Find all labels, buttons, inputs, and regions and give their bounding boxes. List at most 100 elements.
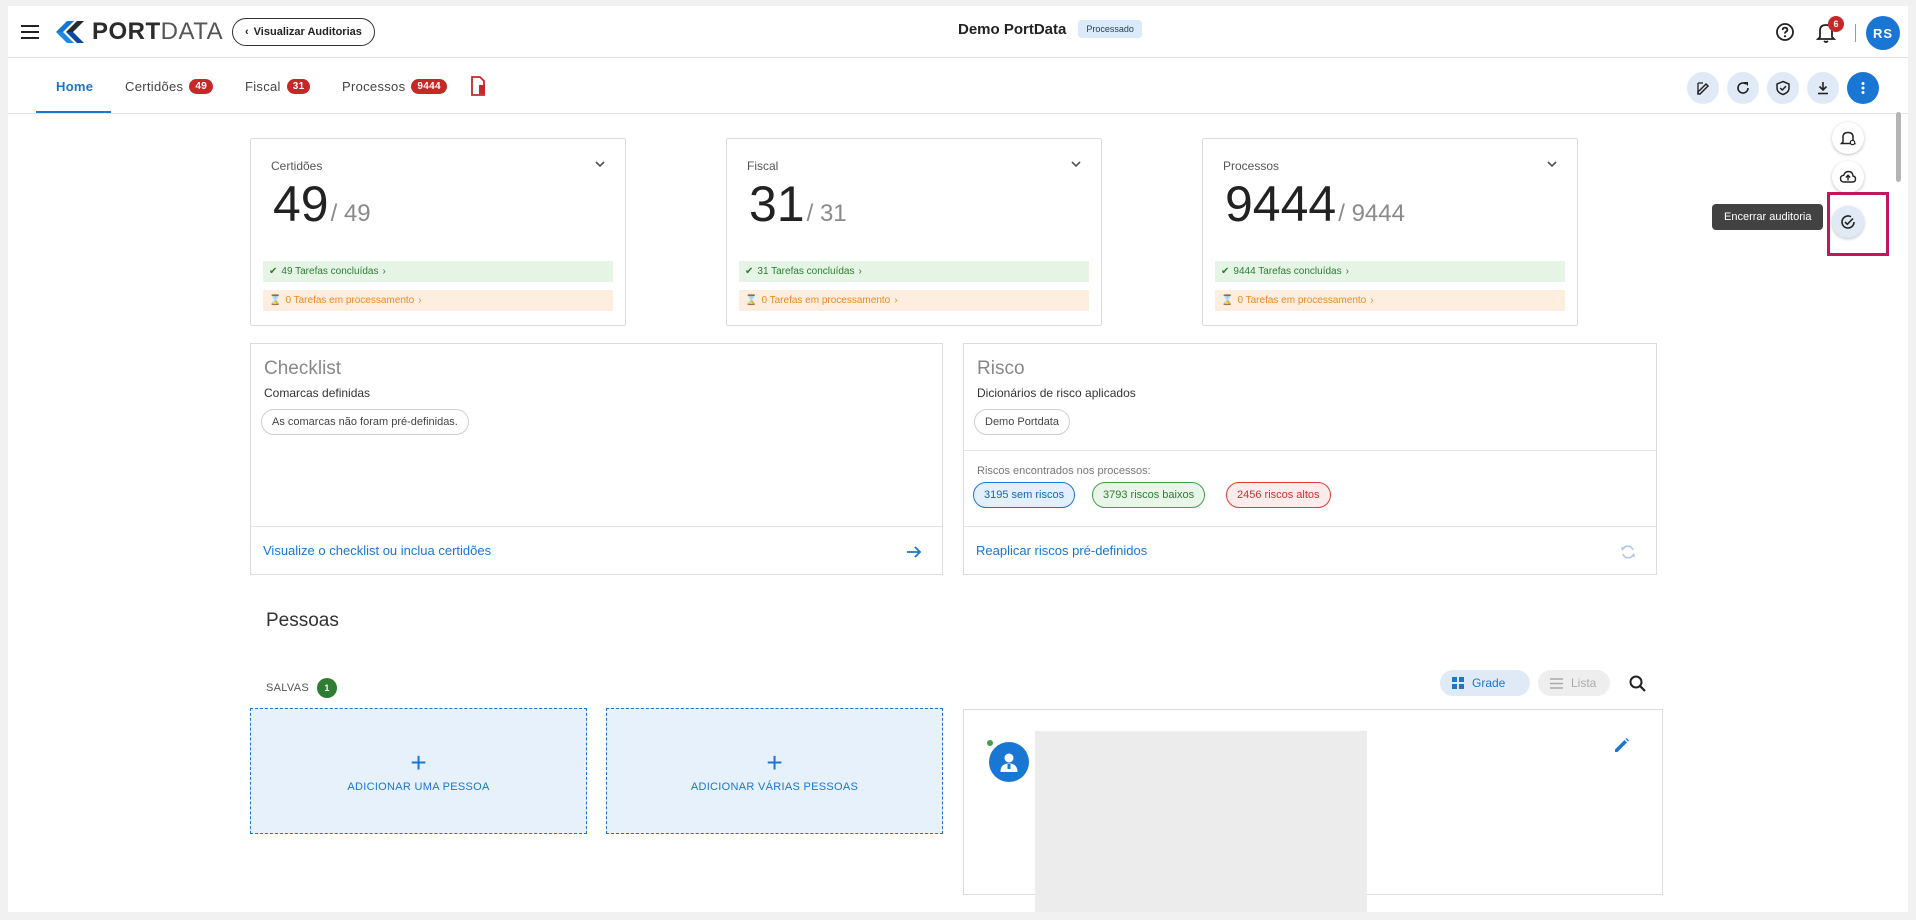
portdata-logo[interactable]: PORTDATA xyxy=(54,18,223,46)
add-multiple-people-button[interactable]: + ADICIONAR VÁRIAS PESSOAS xyxy=(606,708,943,834)
app-window: PORTDATA ‹ Visualizar Auditorias Demo Po… xyxy=(8,6,1908,912)
back-to-audits-label: Visualizar Auditorias xyxy=(253,26,362,38)
tab-processos[interactable]: Processos 9444 xyxy=(342,58,447,114)
double-check-icon: ✔ xyxy=(269,266,278,277)
low-risk-chip[interactable]: 3793 riscos baixos xyxy=(1092,482,1206,508)
risco-card: Risco Dicionários de risco aplicados Dem… xyxy=(963,343,1657,575)
online-status-dot xyxy=(986,739,994,747)
chevron-down-icon[interactable] xyxy=(1545,157,1559,171)
user-avatar[interactable]: RS xyxy=(1866,16,1900,50)
plus-icon: + xyxy=(766,747,783,778)
person-card[interactable] xyxy=(963,709,1663,912)
tab-certidoes[interactable]: Certidões 49 xyxy=(125,58,214,114)
document-alert-icon[interactable] xyxy=(470,76,486,96)
list-icon xyxy=(1550,677,1563,689)
scrollbar[interactable] xyxy=(1896,112,1901,182)
edit-audit-button[interactable] xyxy=(1687,72,1719,104)
upload-button[interactable] xyxy=(1832,161,1864,193)
tasks-processing-row[interactable]: ⌛ 0 Tarefas em processamento › xyxy=(1215,290,1565,311)
tab-home-label: Home xyxy=(56,78,94,94)
checklist-link-label: Visualize o checklist ou inclua certidõe… xyxy=(263,543,492,558)
tasks-done-row[interactable]: ✔ 49 Tarefas concluídas › xyxy=(263,261,613,282)
checklist-subtitle: Comarcas definidas xyxy=(264,386,371,400)
tab-fiscal[interactable]: Fiscal 31 xyxy=(245,58,311,114)
card-value: 9444 xyxy=(1225,176,1337,232)
hourglass-icon: ⌛ xyxy=(1221,295,1234,306)
tab-processos-label: Processos xyxy=(342,78,406,94)
card-total: / 49 xyxy=(330,200,371,227)
more-options-button[interactable] xyxy=(1847,72,1879,104)
pencil-icon[interactable] xyxy=(1613,736,1631,754)
tasks-done-label: 49 Tarefas concluídas xyxy=(281,266,379,277)
tab-bar: Home Certidões 49 Fiscal 31 Processos 94… xyxy=(8,58,1908,114)
checklist-card: Checklist Comarcas definidas As comarcas… xyxy=(250,343,943,575)
risk-dictionary-chip: Demo Portdata xyxy=(974,409,1070,435)
risco-subtitle: Dicionários de risco aplicados xyxy=(977,386,1136,400)
grid-view-label: Grade xyxy=(1472,676,1506,690)
chevron-down-icon[interactable] xyxy=(593,157,607,171)
processos-summary-card: Processos 9444 / 9444 ✔ 9444 Tarefas con… xyxy=(1202,138,1578,326)
checklist-title: Checklist xyxy=(264,358,342,379)
add-multiple-people-label: ADICIONAR VÁRIAS PESSOAS xyxy=(690,781,859,793)
search-icon[interactable] xyxy=(1628,674,1648,694)
chevron-right-icon: › xyxy=(1345,266,1349,277)
tab-certidoes-label: Certidões xyxy=(125,78,184,94)
fiscal-summary-card: Fiscal 31 / 31 ✔ 31 Tarefas concluídas ›… xyxy=(726,138,1102,326)
help-icon[interactable] xyxy=(1775,22,1795,42)
notification-count-badge: 6 xyxy=(1828,16,1844,32)
card-counter: 31 / 31 xyxy=(749,175,847,233)
refresh-icon xyxy=(1737,82,1749,94)
edit-icon xyxy=(1697,82,1710,95)
add-person-button[interactable]: + ADICIONAR UMA PESSOA xyxy=(250,708,587,834)
grid-view-button[interactable]: Grade xyxy=(1440,670,1530,696)
download-icon xyxy=(1818,82,1828,95)
card-total: / 31 xyxy=(806,200,847,227)
pessoas-section-title: Pessoas xyxy=(266,610,339,631)
saved-count-badge: 1 xyxy=(316,678,337,698)
checklist-footer-link[interactable]: Visualize o checklist ou inclua certidõe… xyxy=(251,526,942,574)
chevron-right-icon: › xyxy=(858,266,862,277)
portdata-logo-mark xyxy=(56,21,84,43)
hamburger-menu-icon[interactable] xyxy=(18,22,42,42)
tasks-processing-row[interactable]: ⌛ 0 Tarefas em processamento › xyxy=(739,290,1089,311)
bell-settings-icon xyxy=(1839,131,1857,146)
active-tab-indicator xyxy=(36,111,111,113)
download-button[interactable] xyxy=(1807,72,1839,104)
reapply-risks-label: Reaplicar riscos pré-definidos xyxy=(976,543,1148,558)
saved-label: SALVAS xyxy=(266,682,309,694)
list-view-button[interactable]: Lista xyxy=(1538,670,1610,696)
hourglass-icon: ⌛ xyxy=(745,295,758,306)
chevron-down-icon[interactable] xyxy=(1069,157,1083,171)
person-icon xyxy=(1000,753,1018,772)
top-bar: PORTDATA ‹ Visualizar Auditorias Demo Po… xyxy=(8,6,1908,58)
shield-button[interactable] xyxy=(1767,72,1799,104)
chevron-right-icon: › xyxy=(382,266,386,277)
tasks-done-label: 9444 Tarefas concluídas xyxy=(1233,266,1342,277)
risco-title: Risco xyxy=(977,358,1025,379)
plus-icon: + xyxy=(410,747,427,778)
tasks-processing-label: 0 Tarefas em processamento xyxy=(1237,295,1367,306)
saved-people-header: SALVAS 1 xyxy=(266,678,337,698)
arrow-right-icon[interactable] xyxy=(904,542,924,562)
add-person-label: ADICIONAR UMA PESSOA xyxy=(347,781,490,793)
tab-certidoes-count: 49 xyxy=(189,78,214,94)
refresh-button[interactable] xyxy=(1727,72,1759,104)
back-to-audits-button[interactable]: ‹ Visualizar Auditorias xyxy=(232,18,375,46)
tasks-processing-label: 0 Tarefas em processamento xyxy=(285,295,415,306)
tasks-done-row[interactable]: ✔ 31 Tarefas concluídas › xyxy=(739,261,1089,282)
notification-settings-button[interactable] xyxy=(1832,122,1864,154)
tasks-processing-row[interactable]: ⌛ 0 Tarefas em processamento › xyxy=(263,290,613,311)
tab-processos-count: 9444 xyxy=(411,78,447,94)
divider xyxy=(1855,24,1856,42)
high-risk-chip[interactable]: 2456 riscos altos xyxy=(1226,482,1331,508)
chevron-left-icon: ‹ xyxy=(245,26,249,38)
card-label: Processos xyxy=(1223,159,1280,173)
more-vert-icon xyxy=(1861,82,1865,94)
tab-home[interactable]: Home xyxy=(56,58,93,114)
sync-icon[interactable] xyxy=(1618,542,1638,562)
tasks-done-row[interactable]: ✔ 9444 Tarefas concluídas › xyxy=(1215,261,1565,282)
reapply-risks-link[interactable]: Reaplicar riscos pré-definidos xyxy=(964,526,1656,574)
no-risk-chip[interactable]: 3195 sem riscos xyxy=(973,482,1076,508)
comarcas-chip: As comarcas não foram pré-definidas. xyxy=(261,409,469,435)
grid-icon xyxy=(1452,677,1464,689)
